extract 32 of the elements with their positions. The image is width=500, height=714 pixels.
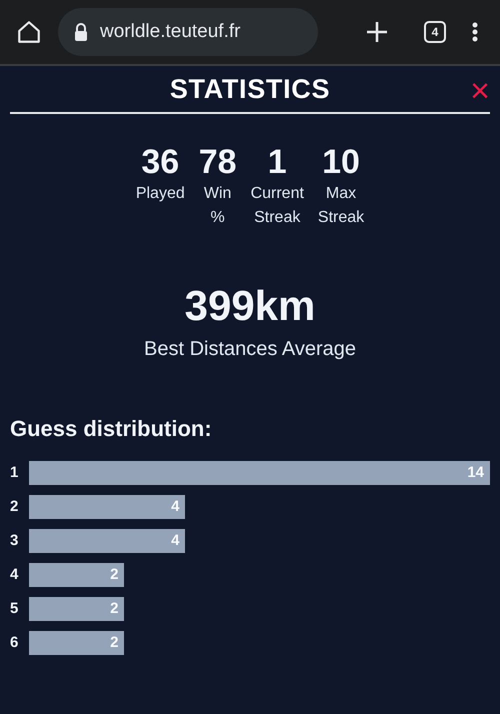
guess-number: 2: [10, 496, 20, 517]
stat-value: 10: [322, 142, 360, 182]
stat-value: 78: [198, 142, 237, 182]
distribution-bar: 4: [29, 529, 186, 553]
stat-label: Max Streak: [318, 184, 364, 228]
address-bar[interactable]: worldle.teuteuf.fr: [58, 8, 318, 56]
home-icon[interactable]: [16, 19, 42, 45]
distribution-bar: 2: [29, 597, 124, 621]
tab-count-button[interactable]: 4: [424, 21, 446, 43]
guess-number: 4: [10, 564, 20, 585]
distribution-bar: 14: [29, 461, 490, 485]
guess-number: 3: [10, 530, 20, 551]
stat-value: 36: [141, 142, 180, 182]
best-distance-label: Best Distances Average: [144, 337, 356, 362]
new-tab-icon[interactable]: [366, 21, 388, 43]
section-heading: Guess distribution:: [10, 415, 213, 443]
close-button[interactable]: ×: [470, 74, 490, 108]
guess-number: 5: [10, 598, 20, 619]
dialog-title: STATISTICS: [170, 72, 330, 106]
guess-number: 6: [10, 632, 20, 653]
stat-value: 1: [268, 142, 287, 182]
stat-label: Current Streak: [250, 184, 304, 228]
guess-number: 1: [10, 462, 20, 483]
best-distance-value: 399km: [184, 282, 316, 330]
distribution-bar: 2: [29, 563, 124, 587]
url-text: worldle.teuteuf.fr: [100, 20, 240, 44]
stat-label: Played: [136, 184, 185, 204]
distribution-bar: 4: [29, 495, 186, 519]
lock-icon: [74, 23, 88, 41]
more-menu-icon[interactable]: [472, 22, 478, 42]
stat-label: Win %: [204, 184, 232, 228]
distribution-bar: 2: [29, 631, 124, 655]
